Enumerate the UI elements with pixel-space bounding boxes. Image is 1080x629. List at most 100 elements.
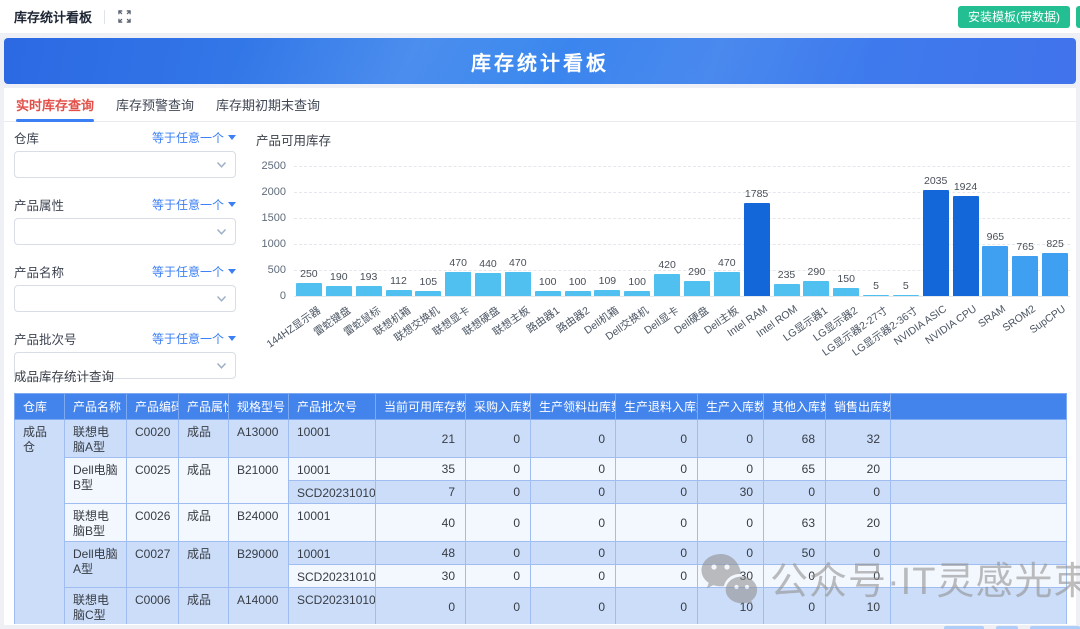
bar-value-label: 765	[1016, 241, 1034, 253]
column-header: 产品属性	[179, 394, 229, 420]
bar-NVIDIA CPU[interactable]	[953, 196, 979, 296]
product-code-cell: C0027	[127, 542, 179, 588]
quantity-cell: 0	[531, 481, 616, 504]
y-axis-tick: 1000	[250, 238, 286, 250]
quantity-cell: 0	[698, 420, 764, 458]
quantity-cell: 0	[616, 565, 698, 588]
bar-LG显示器1[interactable]	[803, 281, 829, 296]
bar-联想显卡[interactable]	[445, 272, 471, 296]
chevron-down-icon	[216, 362, 227, 370]
product-name-cell: 联想电脑A型	[65, 420, 127, 458]
x-axis-label: 路由器1	[523, 303, 562, 337]
caret-down-icon	[228, 336, 236, 341]
filter-operator-dropdown[interactable]: 等于任意一个	[152, 263, 236, 280]
chart-title: 产品可用库存	[256, 130, 331, 149]
column-header: 采购入库数量	[466, 394, 531, 420]
quantity-cell: 0	[826, 565, 891, 588]
tab-inventory-warning[interactable]: 库存预警查询	[114, 88, 196, 122]
table-row[interactable]: 联想电脑B型C0026成品B24000100014000006320	[15, 504, 1067, 542]
bar-value-label: 2035	[924, 175, 947, 187]
operator-label: 等于任意一个	[152, 196, 224, 213]
tab-label: 库存期初期末查询	[216, 95, 320, 114]
bar-Dell机箱[interactable]	[594, 290, 620, 296]
filter-product-attr: 产品属性 等于任意一个	[14, 197, 236, 245]
bar-SupCPU[interactable]	[1042, 253, 1068, 296]
column-header: 产品名称	[65, 394, 127, 420]
filter-operator-dropdown[interactable]: 等于任意一个	[152, 330, 236, 347]
quantity-cell: 30	[376, 565, 466, 588]
quantity-cell: 50	[764, 542, 826, 565]
edge-button-fragment[interactable]	[1076, 6, 1080, 28]
caret-down-icon	[228, 135, 236, 140]
warehouse-select[interactable]	[14, 151, 236, 178]
y-axis-tick: 2500	[250, 160, 286, 172]
tab-period-begin-end[interactable]: 库存期初期末查询	[214, 88, 322, 122]
filter-operator-dropdown[interactable]: 等于任意一个	[152, 196, 236, 213]
quantity-cell: 65	[764, 458, 826, 481]
product-name-select[interactable]	[14, 285, 236, 312]
active-tab-underline	[16, 119, 94, 122]
bar-Intel ROM[interactable]	[774, 284, 800, 296]
bar-SROM2[interactable]	[1012, 256, 1038, 296]
spec-cell: A13000	[229, 420, 289, 458]
quantity-cell: 0	[764, 481, 826, 504]
operator-label: 等于任意一个	[152, 129, 224, 146]
bar-value-label: 470	[718, 257, 736, 269]
bar-Dell主板[interactable]	[714, 272, 740, 296]
table-row[interactable]: 成品仓联想电脑A型C0020成品A13000100012100006832	[15, 420, 1067, 458]
quantity-cell: 40	[376, 504, 466, 542]
filter-warehouse: 仓库 等于任意一个	[14, 130, 236, 178]
fullscreen-button[interactable]	[115, 8, 133, 26]
bar-雷蛇鼠标[interactable]	[356, 286, 382, 296]
batch-cell: 10001	[289, 542, 376, 565]
stock-table-container: 仓库产品名称产品编码产品属性规格型号产品批次号当前可用库存数量采购入库数量生产领…	[14, 393, 1067, 624]
caret-down-icon	[228, 202, 236, 207]
tab-realtime-inventory[interactable]: 实时库存查询	[14, 88, 96, 122]
bar-SRAM[interactable]	[982, 246, 1008, 296]
bar-value-label: 440	[479, 258, 497, 270]
bar-Intel RAM[interactable]	[744, 203, 770, 296]
bar-LG显示器2-36寸[interactable]	[893, 295, 919, 296]
quantity-cell: 0	[531, 504, 616, 542]
bar-联想交换机[interactable]	[415, 291, 441, 296]
bar-Dell硬盘[interactable]	[684, 281, 710, 296]
dashboard-title: 库存统计看板	[471, 47, 609, 76]
quantity-cell: 0	[531, 565, 616, 588]
bar-value-label: 290	[808, 266, 826, 278]
bar-LG显示器2-27寸[interactable]	[863, 295, 889, 296]
column-header: 当前可用库存数量	[376, 394, 466, 420]
bar-144HZ显示器[interactable]	[296, 283, 322, 296]
quantity-cell: 7	[376, 481, 466, 504]
product-attr-cell: 成品	[179, 504, 229, 542]
bar-value-label: 965	[987, 231, 1005, 243]
bar-NVIDIA ASIC[interactable]	[923, 190, 949, 296]
install-template-button[interactable]: 安装模板(带数据)	[958, 6, 1070, 28]
bar-Dell显卡[interactable]	[654, 274, 680, 296]
bar-LG显示器2[interactable]	[833, 288, 859, 296]
bar-联想硬盘[interactable]	[475, 273, 501, 296]
filter-operator-dropdown[interactable]: 等于任意一个	[152, 129, 236, 146]
bar-联想主板[interactable]	[505, 272, 531, 296]
product-attr-select[interactable]	[14, 218, 236, 245]
table-row[interactable]: Dell电脑B型C0025成品B21000100013500006520	[15, 458, 1067, 481]
column-header: 规格型号	[229, 394, 289, 420]
bar-Dell交换机[interactable]	[624, 291, 650, 296]
operator-label: 等于任意一个	[152, 263, 224, 280]
quantity-cell: 63	[764, 504, 826, 542]
column-header: 生产领料出库数量	[531, 394, 616, 420]
bar-联想机箱[interactable]	[386, 290, 412, 296]
table-row[interactable]: 联想电脑C型C0006成品A14000SCD202310100010000100…	[15, 588, 1067, 625]
bar-雷蛇键盘[interactable]	[326, 286, 352, 296]
quantity-cell: 0	[698, 504, 764, 542]
spec-cell: B24000	[229, 504, 289, 542]
filler-cell	[891, 588, 1067, 625]
table-row[interactable]: Dell电脑A型C0027成品B2900010001480000500	[15, 542, 1067, 565]
bar-路由器1[interactable]	[535, 291, 561, 296]
column-header: 产品批次号	[289, 394, 376, 420]
column-header: 其他入库数量	[764, 394, 826, 420]
filter-label: 产品属性	[14, 195, 64, 214]
bar-路由器2[interactable]	[565, 291, 591, 296]
bar-value-label: 470	[449, 257, 467, 269]
quantity-cell: 0	[466, 481, 531, 504]
filler-cell	[891, 458, 1067, 481]
